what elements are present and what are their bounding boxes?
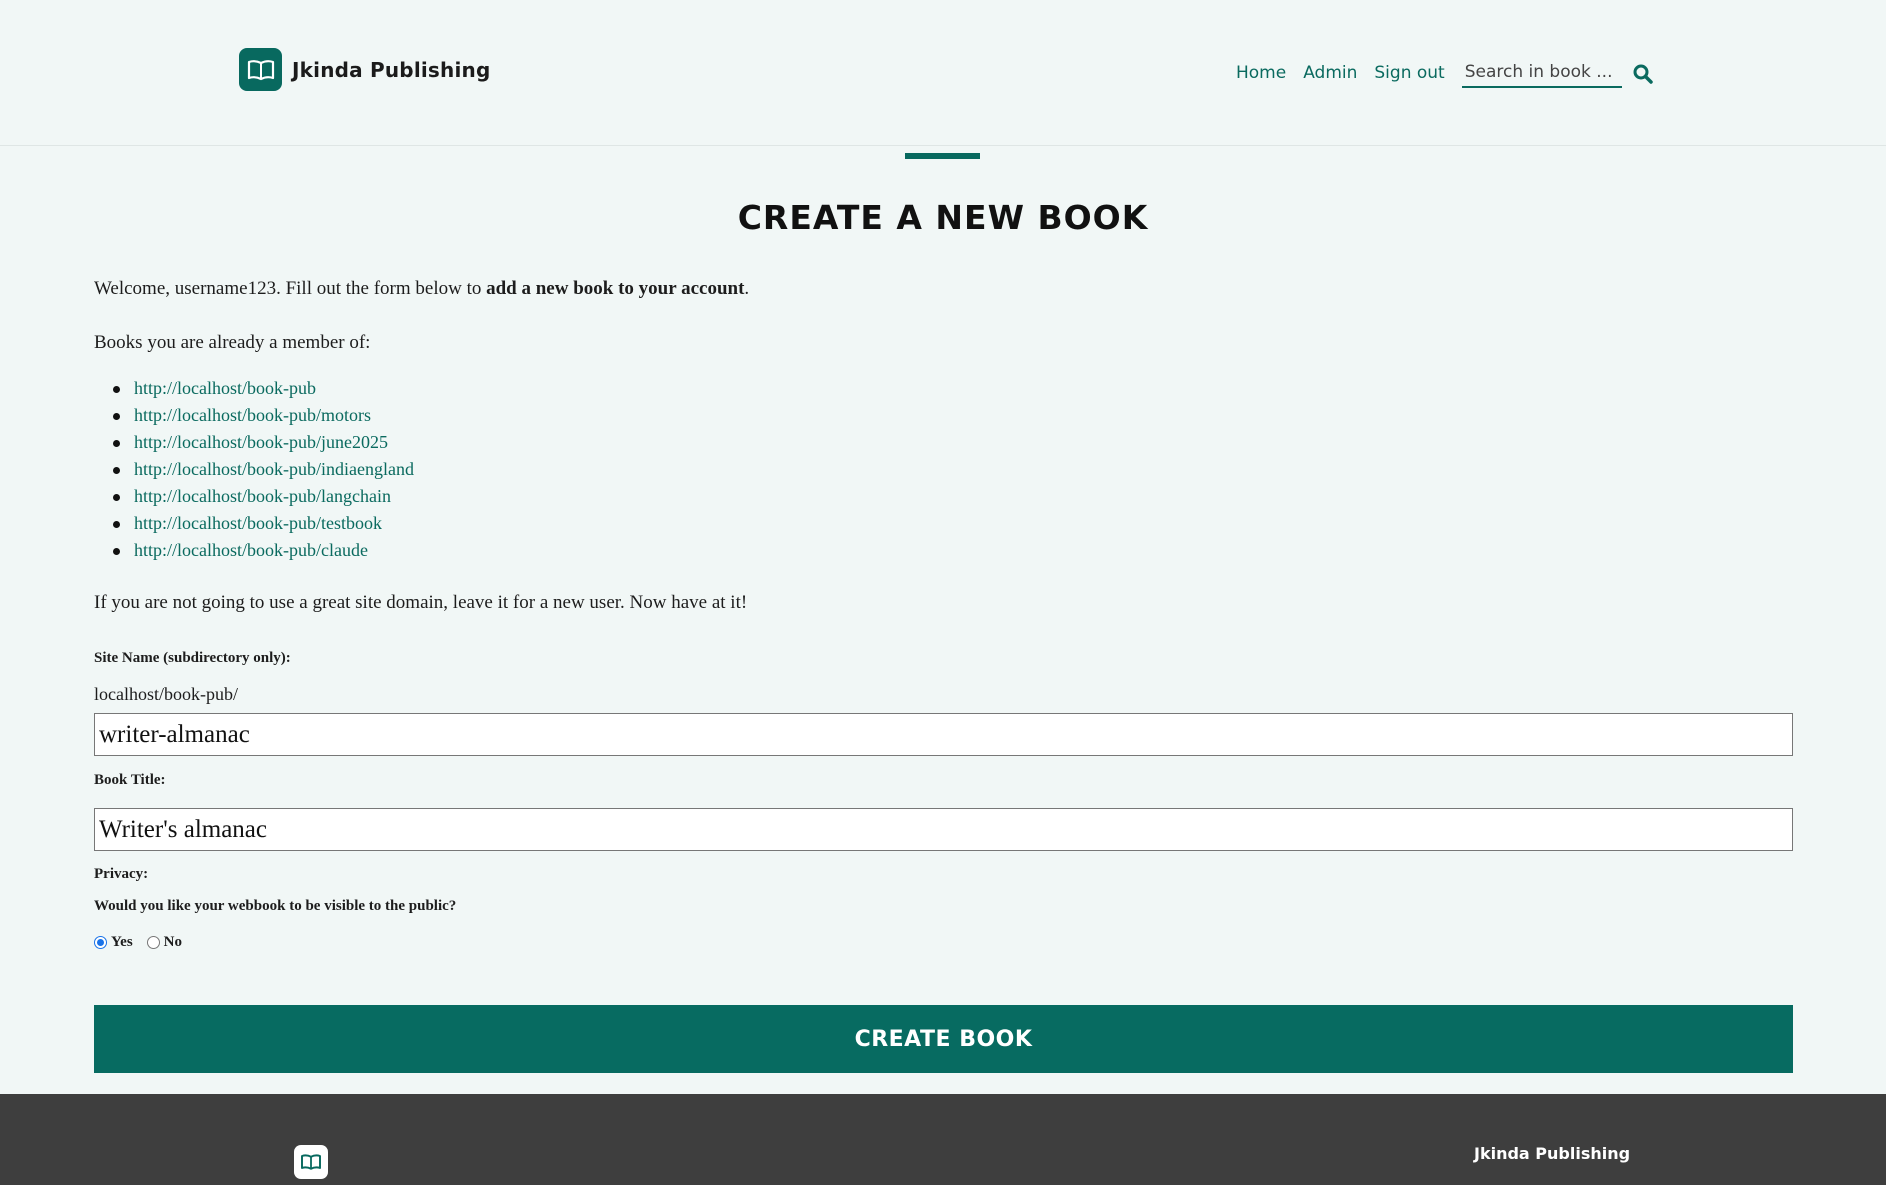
book-logo-icon[interactable]: [294, 1145, 328, 1179]
site-prefix: localhost/book-pub/: [94, 684, 238, 704]
search-box: [1461, 58, 1653, 88]
book-title-label: Book Title:: [94, 772, 166, 788]
brand[interactable]: Jkinda Publishing: [239, 48, 491, 91]
privacy-label: Privacy:: [94, 866, 149, 882]
books-intro: Books you are already a member of:: [94, 332, 371, 353]
nav-admin-link[interactable]: Admin: [1303, 63, 1357, 83]
books-list: http://localhost/book-pub http://localho…: [113, 375, 414, 564]
list-item: http://localhost/book-pub: [113, 375, 414, 402]
brand-name: Jkinda Publishing: [292, 57, 491, 82]
book-link[interactable]: http://localhost/book-pub: [134, 378, 316, 398]
list-item: http://localhost/book-pub/motors: [113, 402, 414, 429]
search-icon[interactable]: [1632, 63, 1654, 85]
nav-home-link[interactable]: Home: [1236, 63, 1286, 83]
site-header: Jkinda Publishing Home Admin Sign out: [0, 0, 1886, 146]
welcome-suffix: .: [744, 278, 750, 299]
list-item: http://localhost/book-pub/langchain: [113, 483, 414, 510]
site-name-label: Site Name (subdirectory only):: [94, 650, 291, 666]
book-link[interactable]: http://localhost/book-pub/testbook: [134, 513, 382, 533]
page-title: CREATE A NEW BOOK: [737, 198, 1149, 237]
privacy-options: Yes No: [94, 934, 196, 951]
site-footer: Jkinda Publishing: [0, 1094, 1886, 1185]
welcome-prefix: Welcome, username123. Fill out the form …: [94, 278, 487, 299]
footer-brand-name: Jkinda Publishing: [1474, 1144, 1631, 1163]
domain-note: If you are not going to use a great site…: [94, 592, 748, 613]
site-name-input[interactable]: [94, 713, 1793, 756]
privacy-no-label[interactable]: No: [164, 934, 182, 951]
privacy-yes-label[interactable]: Yes: [111, 934, 133, 951]
list-item: http://localhost/book-pub/june2025: [113, 429, 414, 456]
privacy-yes-radio[interactable]: [94, 936, 107, 949]
nav-sign-out-link[interactable]: Sign out: [1374, 63, 1444, 83]
book-link[interactable]: http://localhost/book-pub/june2025: [134, 432, 388, 452]
privacy-no-radio[interactable]: [146, 936, 160, 949]
book-logo-icon: [239, 48, 282, 91]
list-item: http://localhost/book-pub/testbook: [113, 510, 414, 537]
book-title-input[interactable]: [94, 808, 1793, 851]
create-book-button[interactable]: CREATE BOOK: [94, 1005, 1793, 1073]
list-item: http://localhost/book-pub/indiaengland: [113, 456, 414, 483]
book-link[interactable]: http://localhost/book-pub/indiaengland: [134, 459, 414, 479]
privacy-question: Would you like your webbook to be visibl…: [94, 898, 457, 914]
title-accent-bar: [905, 153, 980, 159]
book-link[interactable]: http://localhost/book-pub/claude: [134, 540, 368, 560]
list-item: http://localhost/book-pub/claude: [113, 537, 414, 564]
main-nav: Home Admin Sign out: [1236, 58, 1653, 88]
welcome-bold: add a new book to your account: [486, 278, 745, 299]
welcome-text: Welcome, username123. Fill out the form …: [94, 278, 749, 300]
book-link[interactable]: http://localhost/book-pub/motors: [134, 405, 371, 425]
search-input[interactable]: [1461, 58, 1622, 88]
book-link[interactable]: http://localhost/book-pub/langchain: [134, 486, 391, 506]
